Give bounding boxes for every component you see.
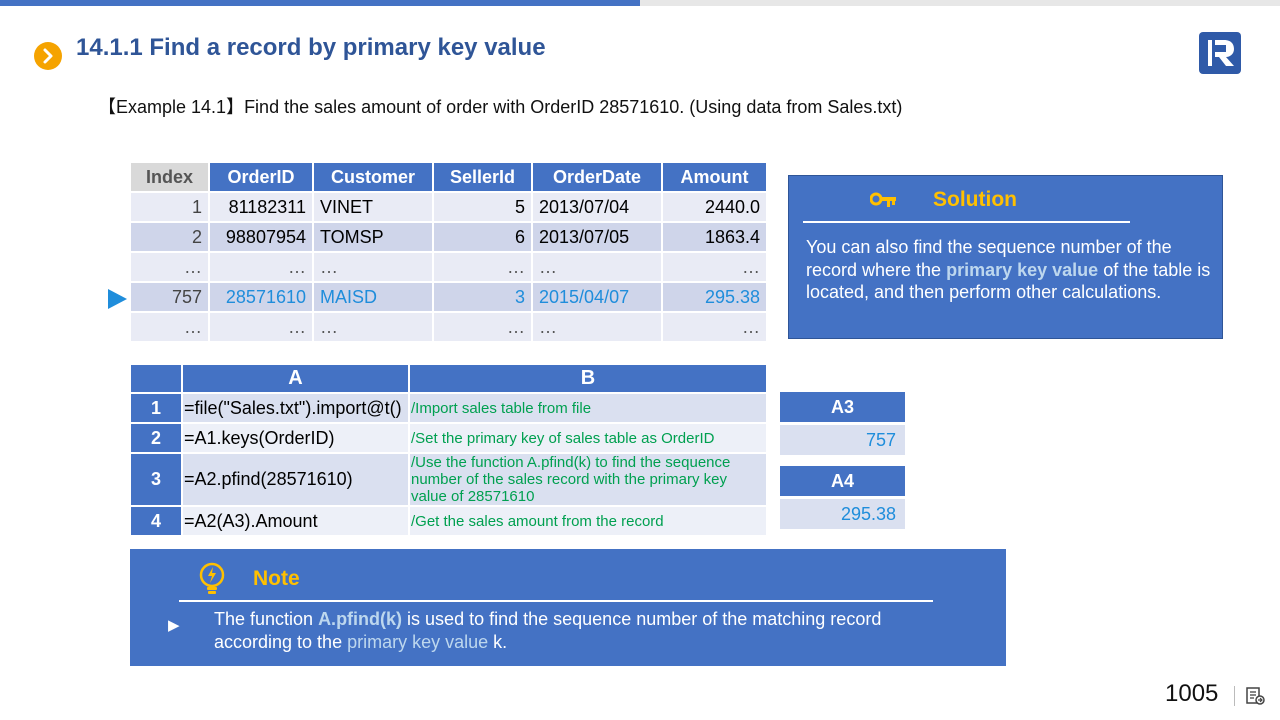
grid-cell-b1[interactable]: /Import sales table from file bbox=[408, 392, 768, 424]
note-divider bbox=[179, 600, 933, 602]
table-cell: 2440.0 bbox=[661, 191, 768, 223]
footer-divider bbox=[1234, 686, 1235, 706]
result-label-a4: A4 bbox=[780, 466, 905, 496]
result-value-a4[interactable]: 295.38 bbox=[780, 499, 905, 529]
grid-row-number[interactable]: 2 bbox=[129, 422, 183, 454]
note-function-name: A.pfind(k) bbox=[318, 609, 403, 629]
grid-row: 2 =A1.keys(OrderID) /Set the primary key… bbox=[129, 422, 768, 454]
chevron-right-icon bbox=[34, 42, 62, 70]
column-header-orderid: OrderID bbox=[208, 161, 314, 193]
grid-cell-b3[interactable]: /Use the function A.pfind(k) to find the… bbox=[408, 452, 768, 507]
grid-header-row: A B bbox=[129, 363, 768, 394]
note-text-part: k. bbox=[488, 631, 508, 652]
top-accent-bar-gray bbox=[640, 0, 1280, 6]
grid-row-number[interactable]: 3 bbox=[129, 452, 183, 507]
grid-cell-a4[interactable]: =A2(A3).Amount bbox=[181, 505, 410, 537]
grid-cell-b4[interactable]: /Get the sales amount from the record bbox=[408, 505, 768, 537]
table-row-ellipsis: … … … … … … bbox=[129, 251, 768, 283]
table-cell: 5 bbox=[432, 191, 533, 223]
grid-corner-cell bbox=[129, 363, 183, 394]
table-cell: 3 bbox=[432, 281, 533, 313]
note-term: primary key value bbox=[347, 631, 489, 652]
grid-row: 4 =A2(A3).Amount /Get the sales amount f… bbox=[129, 505, 768, 537]
table-cell: VINET bbox=[312, 191, 434, 223]
table-cell: … bbox=[661, 311, 768, 343]
table-cell: … bbox=[531, 311, 663, 343]
table-header-row: Index OrderID Customer SellerId OrderDat… bbox=[129, 161, 768, 193]
sales-data-table: Index OrderID Customer SellerId OrderDat… bbox=[129, 161, 768, 343]
grid-cell-a2[interactable]: =A1.keys(OrderID) bbox=[181, 422, 410, 454]
solution-highlight: primary key value bbox=[946, 259, 1099, 280]
table-cell: MAISD bbox=[312, 281, 434, 313]
bullet-arrow-icon: ▶ bbox=[168, 617, 180, 634]
lightbulb-icon bbox=[196, 561, 228, 602]
table-row-ellipsis: … … … … … … bbox=[129, 311, 768, 343]
column-header-index: Index bbox=[129, 161, 210, 193]
table-cell: … bbox=[208, 251, 314, 283]
table-cell: … bbox=[129, 251, 210, 283]
table-cell: 28571610 bbox=[208, 281, 314, 313]
table-cell: 2013/07/05 bbox=[531, 221, 663, 253]
brand-logo-icon bbox=[1199, 32, 1241, 74]
result-value-a3[interactable]: 757 bbox=[780, 425, 905, 455]
grid-column-header-b[interactable]: B bbox=[408, 363, 768, 394]
slide-notes-icon[interactable] bbox=[1245, 686, 1265, 711]
table-cell: … bbox=[312, 251, 434, 283]
page-number: 1005 bbox=[1165, 680, 1219, 707]
solution-text: You can also find the sequence number of… bbox=[806, 236, 1211, 304]
top-accent-bar bbox=[0, 0, 640, 6]
note-text-part: The function bbox=[214, 609, 319, 629]
table-cell: … bbox=[531, 251, 663, 283]
solution-title: Solution bbox=[933, 188, 1017, 211]
table-cell: 2013/07/04 bbox=[531, 191, 663, 223]
result-label-a3: A3 bbox=[780, 392, 905, 422]
grid-cell-a3[interactable]: =A2.pfind(28571610) bbox=[181, 452, 410, 507]
grid-row: 3 =A2.pfind(28571610) /Use the function … bbox=[129, 452, 768, 507]
row-pointer-arrow-icon bbox=[108, 289, 127, 309]
table-row-highlighted: 757 28571610 MAISD 3 2015/04/07 295.38 bbox=[129, 281, 768, 313]
table-cell: 2 bbox=[129, 221, 210, 253]
grid-column-header-a[interactable]: A bbox=[181, 363, 410, 394]
table-row: 1 81182311 VINET 5 2013/07/04 2440.0 bbox=[129, 191, 768, 223]
table-cell: … bbox=[129, 311, 210, 343]
table-cell: 1863.4 bbox=[661, 221, 768, 253]
table-cell: 81182311 bbox=[208, 191, 314, 223]
table-cell: 295.38 bbox=[661, 281, 768, 313]
column-header-amount: Amount bbox=[661, 161, 768, 193]
example-description: 【Example 14.1】Find the sales amount of o… bbox=[98, 97, 903, 117]
table-cell: … bbox=[432, 251, 533, 283]
table-cell: TOMSP bbox=[312, 221, 434, 253]
table-row: 2 98807954 TOMSP 6 2013/07/05 1863.4 bbox=[129, 221, 768, 253]
code-grid: A B 1 =file("Sales.txt").import@t() /Imp… bbox=[129, 363, 768, 537]
grid-row-number[interactable]: 1 bbox=[129, 392, 183, 424]
table-cell: 2015/04/07 bbox=[531, 281, 663, 313]
table-cell: … bbox=[661, 251, 768, 283]
table-cell: … bbox=[432, 311, 533, 343]
note-text: The function A.pfind(k) is used to find … bbox=[214, 608, 934, 653]
column-header-sellerid: SellerId bbox=[432, 161, 533, 193]
key-icon bbox=[869, 191, 898, 216]
column-header-orderdate: OrderDate bbox=[531, 161, 663, 193]
table-cell: … bbox=[208, 311, 314, 343]
table-cell: 98807954 bbox=[208, 221, 314, 253]
page-title: 14.1.1 Find a record by primary key valu… bbox=[76, 34, 546, 61]
grid-cell-b2[interactable]: /Set the primary key of sales table as O… bbox=[408, 422, 768, 454]
grid-row-number[interactable]: 4 bbox=[129, 505, 183, 537]
table-cell: 1 bbox=[129, 191, 210, 223]
table-cell: … bbox=[312, 311, 434, 343]
table-cell: 6 bbox=[432, 221, 533, 253]
solution-divider bbox=[803, 221, 1130, 223]
column-header-customer: Customer bbox=[312, 161, 434, 193]
note-title: Note bbox=[253, 567, 300, 590]
grid-row: 1 =file("Sales.txt").import@t() /Import … bbox=[129, 392, 768, 424]
table-cell: 757 bbox=[129, 281, 210, 313]
grid-cell-a1[interactable]: =file("Sales.txt").import@t() bbox=[181, 392, 410, 424]
